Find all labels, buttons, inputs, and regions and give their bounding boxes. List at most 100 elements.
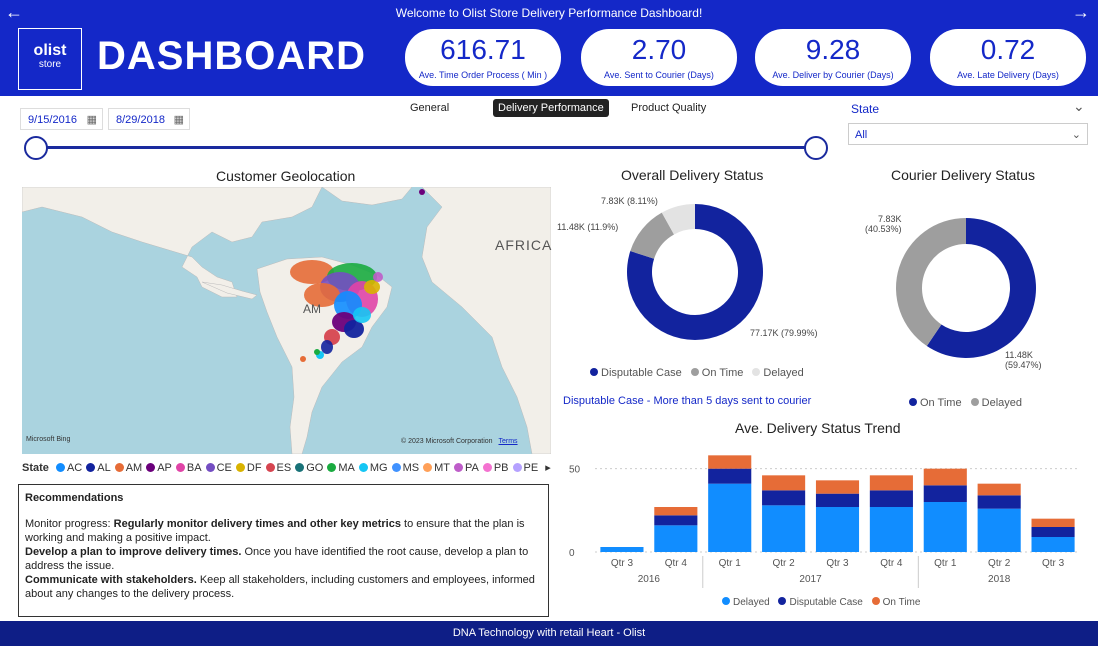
- slice-delayed[interactable]: [896, 218, 966, 347]
- customer-map[interactable]: [22, 187, 551, 454]
- legend-label: On Time: [920, 397, 962, 409]
- bar-delayed[interactable]: [654, 525, 698, 552]
- overall-status-title: Overall Delivery Status: [621, 167, 764, 183]
- bar-on-time[interactable]: [977, 483, 1021, 496]
- courier-ontime-label: 11.48K (59.47%): [1005, 350, 1042, 370]
- bar-disputable-case[interactable]: [815, 493, 860, 507]
- reco-text: Monitor progress:: [25, 518, 114, 530]
- kpi-value: 0.72: [980, 34, 1036, 65]
- recommendation-monitor: Monitor progress: Regularly monitor deli…: [25, 517, 542, 545]
- state-dropdown[interactable]: All ⌄: [848, 123, 1088, 145]
- state-legend-item[interactable]: PE: [512, 462, 538, 474]
- state-legend-item[interactable]: MA: [327, 462, 355, 474]
- y-tick-label: 50: [569, 465, 581, 476]
- tab-product-quality[interactable]: Product Quality: [627, 100, 710, 116]
- arctic-land: [321, 187, 413, 206]
- welcome-title: Welcome to Olist Store Delivery Performa…: [395, 6, 703, 20]
- bar-disputable-case[interactable]: [654, 515, 698, 526]
- bar-on-time[interactable]: [762, 475, 806, 491]
- state-legend-item[interactable]: PA: [453, 462, 479, 474]
- state-legend-item[interactable]: PB: [482, 462, 509, 474]
- recommendation-communicate: Communicate with stakeholders. Keep all …: [25, 573, 542, 601]
- year-label: 2016: [638, 574, 661, 585]
- bar-on-time[interactable]: [1031, 518, 1075, 527]
- legend-item[interactable]: Delayed: [970, 397, 1022, 409]
- legend-item[interactable]: On Time: [690, 367, 743, 379]
- bar-delayed[interactable]: [762, 505, 806, 552]
- bar-delayed[interactable]: [869, 507, 913, 552]
- chevron-down-icon[interactable]: ⌄: [1073, 98, 1085, 115]
- state-legend-item[interactable]: AP: [146, 462, 172, 474]
- bar-delayed[interactable]: [1031, 537, 1075, 552]
- end-date-input[interactable]: 8/29/2018 ▦: [108, 108, 190, 130]
- kpi-card-sent-courier: 2.70 Ave. Sent to Courier (Days): [581, 29, 737, 86]
- bar-on-time[interactable]: [869, 475, 913, 491]
- bar-on-time[interactable]: [815, 480, 860, 494]
- legend-item[interactable]: On Time: [909, 397, 962, 409]
- bar-on-time[interactable]: [708, 455, 752, 469]
- bar-disputable-case[interactable]: [1031, 527, 1075, 537]
- bar-delayed[interactable]: [923, 502, 967, 552]
- start-date-input[interactable]: 9/15/2016 ▦: [20, 108, 103, 130]
- state-legend-item[interactable]: AL: [86, 462, 111, 474]
- x-tick-label: Qtr 2: [772, 558, 795, 569]
- calendar-icon[interactable]: ▦: [174, 109, 184, 131]
- slider-start-handle[interactable]: [24, 136, 48, 160]
- bar-disputable-case[interactable]: [762, 490, 806, 506]
- state-legend-item[interactable]: BA: [175, 462, 202, 474]
- legend-item[interactable]: Disputable Case: [778, 597, 863, 608]
- overall-ontime-label: 11.48K (11.9%): [557, 222, 619, 232]
- courier-legend: On Time Delayed: [909, 397, 1028, 409]
- trend-legend: Delayed Disputable Case On Time: [722, 597, 926, 608]
- x-tick-label: Qtr 1: [719, 558, 742, 569]
- state-legend-item[interactable]: GO: [295, 462, 323, 474]
- legend-label: AP: [157, 462, 172, 474]
- state-legend-item[interactable]: AC: [55, 462, 82, 474]
- bar-disputable-case[interactable]: [923, 485, 967, 502]
- legend-item[interactable]: Delayed: [722, 597, 770, 608]
- slider-end-handle[interactable]: [804, 136, 828, 160]
- courier-status-title: Courier Delivery Status: [891, 167, 1035, 183]
- state-legend-item[interactable]: CE: [205, 462, 232, 474]
- legend-item[interactable]: Delayed: [752, 367, 804, 379]
- bar-disputable-case[interactable]: [977, 495, 1021, 509]
- tab-general[interactable]: General: [406, 100, 453, 116]
- kpi-value: 2.70: [631, 34, 687, 65]
- forward-arrow-icon[interactable]: →: [1072, 2, 1090, 23]
- legend-more-icon[interactable]: ▸: [545, 462, 551, 474]
- calendar-icon[interactable]: ▦: [87, 109, 97, 131]
- legend-label: AM: [125, 462, 143, 474]
- label-line: (59.47%): [1005, 360, 1042, 370]
- state-legend-item[interactable]: AM: [114, 462, 143, 474]
- x-tick-label: Qtr 3: [611, 558, 634, 569]
- legend-label: MT: [434, 462, 450, 474]
- disputable-note: Disputable Case - More than 5 days sent …: [563, 395, 812, 407]
- africa-land: [421, 187, 551, 454]
- bar-delayed[interactable]: [708, 483, 752, 552]
- x-tick-label: Qtr 3: [826, 558, 849, 569]
- bar-on-time[interactable]: [923, 468, 967, 486]
- map-terms-link[interactable]: Terms: [499, 438, 518, 445]
- state-legend-item[interactable]: MG: [358, 462, 388, 474]
- state-legend-item[interactable]: MS: [391, 462, 419, 474]
- courier-delayed-label: 7.83K (40.53%): [865, 214, 902, 234]
- state-legend-item[interactable]: MT: [423, 462, 450, 474]
- bar-disputable-case[interactable]: [708, 468, 752, 484]
- label-line: (40.53%): [865, 224, 902, 234]
- page-title: DASHBOARD: [97, 34, 366, 78]
- state-legend-item[interactable]: ES: [265, 462, 291, 474]
- legend-item[interactable]: Disputable Case: [590, 367, 682, 379]
- legend-item[interactable]: On Time: [871, 597, 920, 608]
- bar-delayed[interactable]: [977, 508, 1021, 552]
- state-legend-item[interactable]: DF: [235, 462, 262, 474]
- map-credit: © 2023 Microsoft Corporation Terms: [401, 438, 518, 445]
- legend-dot: [722, 597, 730, 605]
- logo-subtext: store: [38, 59, 62, 70]
- top-bar: ← Welcome to Olist Store Delivery Perfor…: [0, 0, 1098, 28]
- bar-delayed[interactable]: [815, 507, 860, 552]
- bar-on-time[interactable]: [654, 507, 698, 516]
- date-slider-track[interactable]: [34, 146, 816, 149]
- bar-disputable-case[interactable]: [869, 490, 913, 507]
- tab-delivery-performance[interactable]: Delivery Performance: [493, 99, 609, 117]
- bar-delayed[interactable]: [600, 547, 644, 552]
